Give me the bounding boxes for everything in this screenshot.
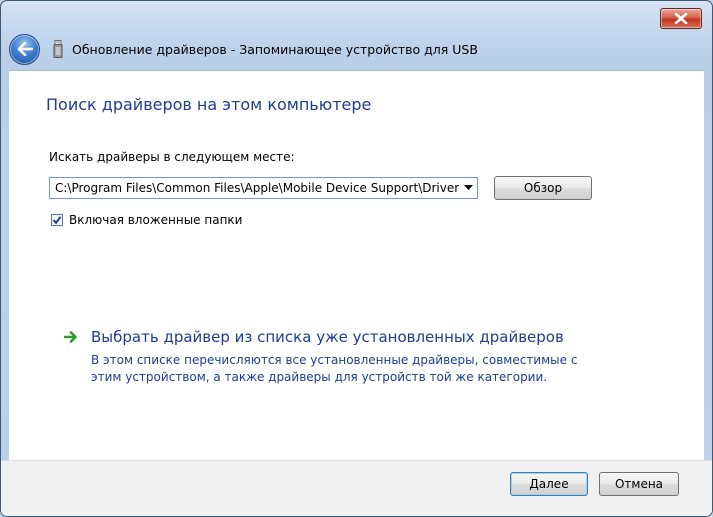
driver-update-window: Обновление драйверов - Запоминающее устр… — [0, 0, 713, 517]
cancel-button[interactable]: Отмена — [599, 472, 679, 496]
usb-device-icon — [52, 40, 64, 58]
search-location-label: Искать драйверы в следующем месте: — [49, 150, 295, 164]
wizard-content: Поиск драйверов на этом компьютере Искат… — [9, 70, 704, 460]
green-arrow-icon[interactable] — [64, 330, 78, 344]
close-icon — [674, 13, 688, 24]
checkmark-icon — [52, 216, 62, 225]
search-path-input[interactable]: C:\Program Files\Common Files\Apple\Mobi… — [50, 181, 459, 195]
include-subfolders-checkbox[interactable] — [51, 214, 63, 226]
window-title: Обновление драйверов - Запоминающее устр… — [72, 41, 478, 57]
next-button[interactable]: Далее — [510, 472, 588, 496]
pick-from-list-description: В этом списке перечисляются все установл… — [91, 353, 578, 384]
browse-button[interactable]: Обзор — [494, 176, 592, 200]
wizard-header: Обновление драйверов - Запоминающее устр… — [9, 33, 704, 65]
page-title: Поиск драйверов на этом компьютере — [46, 95, 372, 114]
chevron-down-icon — [463, 185, 473, 190]
close-button[interactable] — [660, 8, 702, 29]
path-dropdown-button[interactable] — [459, 178, 477, 198]
back-button[interactable] — [9, 33, 40, 65]
wizard-footer: Далее Отмена — [1, 460, 712, 516]
include-subfolders-label[interactable]: Включая вложенные папки — [69, 213, 242, 227]
search-path-combobox[interactable]: C:\Program Files\Common Files\Apple\Mobi… — [49, 177, 478, 199]
pick-from-list-link[interactable]: Выбрать драйвер из списка уже установлен… — [91, 328, 564, 346]
include-subfolders-row[interactable]: Включая вложенные папки — [51, 213, 242, 227]
back-arrow-icon — [17, 42, 33, 56]
